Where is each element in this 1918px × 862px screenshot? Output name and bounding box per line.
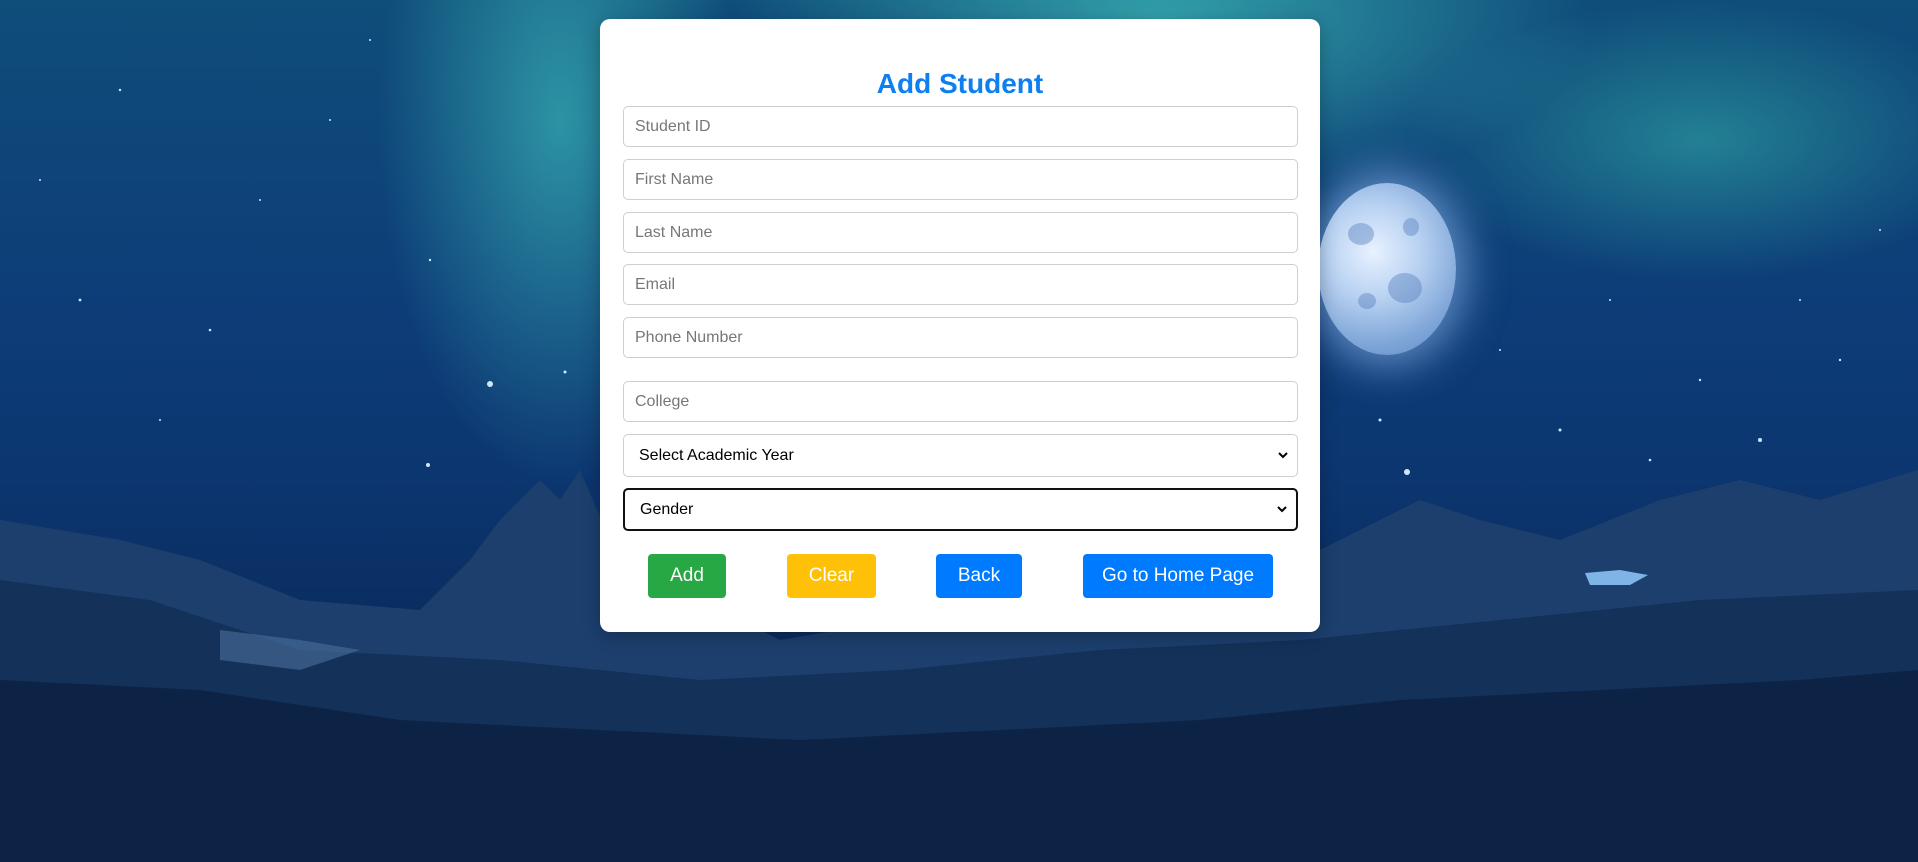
- chevron-down-icon: [1277, 506, 1287, 513]
- academic-year-select[interactable]: Select Academic Year: [623, 434, 1298, 477]
- phone-number-input[interactable]: [623, 317, 1298, 358]
- clear-button[interactable]: Clear: [787, 554, 876, 598]
- form-title: Add Student: [876, 68, 1044, 99]
- last-name-input[interactable]: [623, 212, 1298, 253]
- go-to-home-page-button[interactable]: Go to Home Page: [1083, 554, 1273, 598]
- student-id-input[interactable]: [623, 106, 1298, 147]
- college-input[interactable]: [623, 381, 1298, 422]
- academic-year-selected: Select Academic Year: [639, 447, 794, 464]
- gender-selected: Gender: [640, 501, 694, 518]
- back-button[interactable]: Back: [936, 554, 1022, 598]
- email-input[interactable]: [623, 264, 1298, 305]
- add-button[interactable]: Add: [648, 554, 726, 598]
- first-name-input[interactable]: [623, 159, 1298, 200]
- add-student-card: Add Student Select Academic Year Gender …: [600, 19, 1320, 632]
- gender-select[interactable]: Gender: [623, 488, 1298, 531]
- chevron-down-icon: [1278, 452, 1288, 459]
